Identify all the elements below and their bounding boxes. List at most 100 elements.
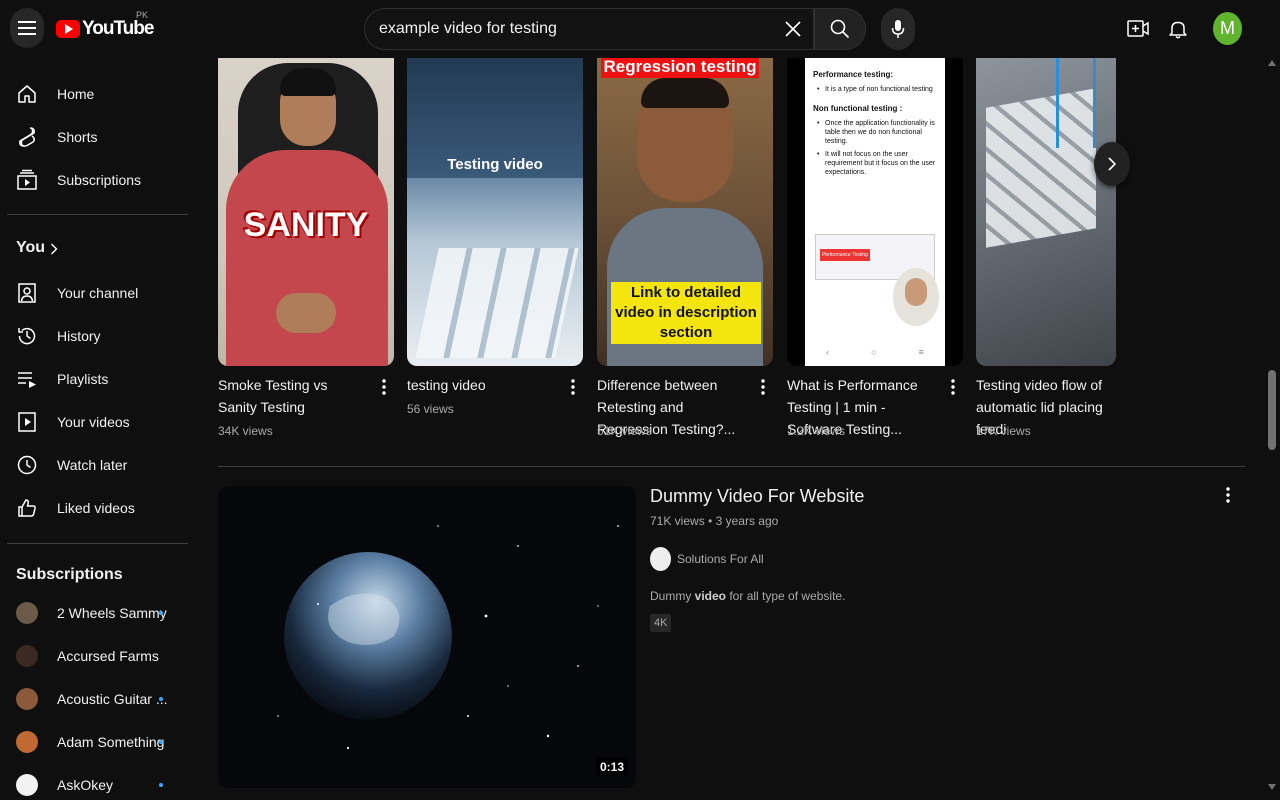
history-icon [18, 327, 36, 345]
scroll-down-arrow-icon[interactable] [1268, 784, 1276, 790]
tubes-graphic [1056, 58, 1096, 148]
video-title[interactable]: Dummy Video For Website [650, 486, 864, 507]
video-duration: 0:13 [595, 758, 628, 776]
sidebar-item-playlists[interactable]: Playlists [0, 359, 188, 399]
clear-search-button[interactable] [773, 20, 813, 38]
sidebar-item-label: Your channel [57, 285, 139, 301]
sidebar-item-history[interactable]: History [0, 316, 188, 356]
slide-heading: Non functional testing : [813, 104, 903, 113]
slide-bullet: • Once the application functionality is t… [817, 120, 935, 145]
sidebar-subscription-item[interactable]: Accursed Farms [0, 636, 188, 676]
description-text: Dummy [650, 589, 695, 603]
shorts-next-button[interactable] [1094, 142, 1130, 186]
youtube-logo[interactable]: YouTube PK [56, 10, 154, 42]
create-video-icon [1127, 20, 1149, 37]
notifications-button[interactable] [1164, 15, 1192, 43]
diagram-label: Performance Testing [820, 249, 870, 261]
person-hair [641, 78, 729, 108]
video-more-button[interactable] [1220, 486, 1236, 506]
your-videos-icon [18, 412, 36, 432]
subscription-label: Accursed Farms [57, 648, 159, 664]
metadata-separator: • [708, 514, 716, 528]
scrollbar-thumb[interactable] [1268, 370, 1276, 450]
sidebar-you-header[interactable]: You [0, 228, 188, 268]
subscription-label: 2 Wheels Sammy [57, 605, 167, 621]
bullet-dot: • [817, 86, 820, 93]
hamburger-icon [18, 21, 36, 35]
phone-nav-bar: ‹ ○ ≡ [805, 348, 945, 357]
subscription-label: Acoustic Guitar ... [57, 691, 168, 707]
shorts-more-button[interactable] [376, 378, 392, 398]
close-icon [785, 21, 801, 37]
channel-avatar[interactable] [650, 547, 671, 571]
sidebar-item-liked-videos[interactable]: Liked videos [0, 488, 188, 528]
shorts-thumbnail[interactable]: SANITY [218, 58, 394, 366]
page-scrollbar[interactable] [1264, 58, 1280, 800]
sidebar-item-watch-later[interactable]: Watch later [0, 445, 188, 485]
sidebar-item-your-channel[interactable]: Your channel [0, 273, 188, 313]
shorts-views: 34K views [218, 424, 273, 438]
shorts-thumbnail[interactable]: Regression testing Link to detailed vide… [597, 58, 773, 366]
voice-search-button[interactable] [881, 8, 915, 50]
sidebar-item-label: History [57, 328, 101, 344]
shorts-thumbnail[interactable]: Testing video [407, 58, 583, 366]
search-box[interactable]: example video for testing [364, 8, 814, 50]
shorts-icon [19, 127, 36, 147]
menu-button[interactable] [10, 8, 44, 48]
quality-badge: 4K [650, 614, 672, 632]
video-thumbnail[interactable]: 0:13 [218, 486, 636, 788]
shorts-more-button[interactable] [565, 378, 581, 398]
subscription-label: Adam Something [57, 734, 165, 750]
masthead: YouTube PK example video for testing M [0, 0, 1280, 58]
bell-icon [1169, 21, 1187, 39]
sidebar-subscription-item[interactable]: 2 Wheels Sammy [0, 593, 188, 633]
sidebar-item-your-videos[interactable]: Your videos [0, 402, 188, 442]
shorts-overlay-text: Testing video [447, 156, 543, 173]
channel-icon [18, 283, 36, 303]
channel-avatar [16, 774, 38, 796]
video-age: 3 years ago [715, 514, 779, 528]
shorts-thumbnail[interactable]: Performance testing: • It is a type of no… [787, 58, 963, 366]
search-input[interactable]: example video for testing [379, 20, 773, 38]
shorts-title[interactable]: Smoke Testing vs Sanity Testing [218, 374, 368, 418]
slide-bullet: • It is a type of non functional testing [817, 86, 933, 93]
search-button[interactable] [814, 8, 866, 50]
shorts-more-button[interactable] [945, 378, 961, 398]
nav-home-icon: ○ [871, 347, 877, 357]
guide-sidebar: Home Shorts Subscriptions You Your chann… [0, 58, 200, 800]
shorts-thumbnail[interactable] [976, 58, 1116, 366]
channel-name[interactable]: Solutions For All [677, 552, 764, 566]
scroll-up-arrow-icon[interactable] [1268, 60, 1276, 66]
sidebar-subscription-item[interactable]: Adam Something [0, 722, 188, 762]
channel-avatar [16, 645, 38, 667]
person-hands [276, 293, 336, 333]
more-vert-icon [382, 379, 386, 395]
shorts-overlay-caption: Link to detailed video in description se… [611, 282, 761, 344]
more-vert-icon [761, 379, 765, 395]
microphone-icon [891, 20, 905, 38]
account-avatar[interactable]: M [1213, 12, 1242, 45]
sidebar-item-label: Home [57, 86, 95, 102]
nav-recents-icon: ≡ [918, 347, 924, 357]
sidebar-item-home[interactable]: Home [0, 74, 188, 114]
window-light-graphic [415, 248, 579, 358]
shorts-views: 1.2K views [787, 424, 846, 438]
shorts-title[interactable]: testing video [407, 374, 557, 396]
sidebar-subscription-item[interactable]: Acoustic Guitar ... [0, 679, 188, 719]
shorts-more-button[interactable] [755, 378, 771, 398]
search-icon [830, 19, 850, 39]
slide-heading: Performance testing: [813, 70, 894, 79]
shorts-overlay-banner: Regression testing [601, 58, 759, 78]
slide-document: Performance testing: • It is a type of no… [805, 58, 945, 366]
subscription-label: AskOkey [57, 777, 114, 793]
more-vert-icon [571, 379, 575, 395]
description-highlight: video [694, 589, 727, 603]
channel-avatar [16, 731, 38, 753]
sidebar-subscription-item[interactable]: AskOkey [0, 765, 188, 800]
sidebar-item-label: Watch later [57, 457, 128, 473]
sidebar-item-subscriptions[interactable]: Subscriptions [0, 160, 188, 200]
create-button[interactable] [1124, 15, 1152, 43]
channel-avatar [16, 688, 38, 710]
sidebar-item-shorts[interactable]: Shorts [0, 117, 188, 157]
new-content-dot [159, 783, 163, 787]
